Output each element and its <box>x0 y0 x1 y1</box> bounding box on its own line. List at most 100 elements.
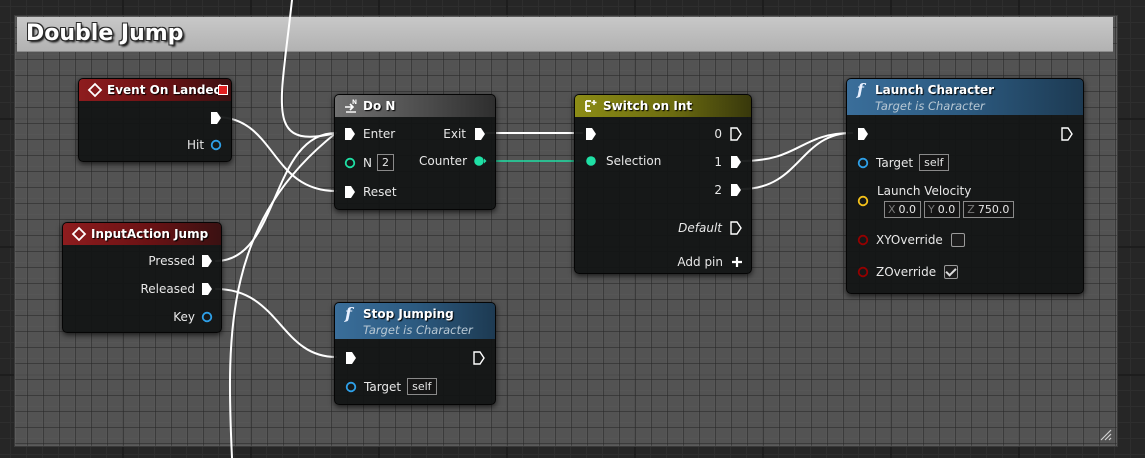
axis-y-value: 0.0 <box>937 203 956 216</box>
pin-exit[interactable]: Exit <box>443 127 486 141</box>
node-header[interactable]: f Stop Jumping Target is Character <box>335 303 495 339</box>
event-diamond-icon <box>87 82 103 98</box>
pin-out-2[interactable]: 2 <box>714 183 742 197</box>
node-title: Do N <box>363 99 396 113</box>
z-override-checkbox[interactable] <box>944 265 959 279</box>
pin-label: XYOverride <box>876 233 943 247</box>
pin-default[interactable]: Default <box>678 221 742 235</box>
node-input-action-jump[interactable]: InputAction Jump Pressed Released Key <box>62 222 222 333</box>
vector-pin-icon[interactable] <box>857 195 869 207</box>
node-header[interactable]: f Launch Character Target is Character <box>847 79 1083 115</box>
pin-launch-velocity[interactable] <box>857 195 876 207</box>
exec-out-pin-icon[interactable] <box>201 254 213 268</box>
xy-override-checkbox[interactable] <box>950 233 965 247</box>
node-header[interactable]: InputAction Jump <box>63 223 221 245</box>
struct-pin-icon[interactable] <box>201 311 213 323</box>
pin-reset[interactable]: Reset <box>344 185 397 199</box>
pin-n[interactable]: N 2 <box>344 154 394 171</box>
pin-z-override[interactable]: ZOverride <box>857 265 959 279</box>
pin-label: Target <box>876 155 914 170</box>
axis-x-label: X <box>888 203 896 216</box>
exec-in-pin-icon[interactable] <box>585 127 597 141</box>
object-pin-icon[interactable] <box>857 157 869 169</box>
exec-out-pin-icon[interactable] <box>730 183 742 197</box>
pin-label: Reset <box>363 185 397 199</box>
node-header[interactable]: Switch on Int <box>575 95 751 117</box>
exec-out-pin-empty-icon[interactable] <box>730 221 742 235</box>
pin-pressed[interactable]: Pressed <box>148 254 213 268</box>
comment-title: Double Jump <box>26 21 184 46</box>
pin-counter[interactable]: Counter <box>419 154 487 168</box>
node-stop-jumping[interactable]: f Stop Jumping Target is Character Targe… <box>334 302 496 405</box>
pin-released[interactable]: Released <box>140 282 213 296</box>
add-pin-button[interactable]: Add pin <box>677 255 743 269</box>
function-icon: f <box>857 80 864 99</box>
pin-label: Default <box>678 221 722 235</box>
boolean-pin-icon[interactable] <box>857 266 869 278</box>
node-do-n[interactable]: N Do N Enter N 2 Reset Exit Counter <box>334 94 496 210</box>
exec-out-pin-empty-icon[interactable] <box>473 351 485 365</box>
pin-label: Pressed <box>148 254 195 268</box>
pin-label: Key <box>173 310 195 324</box>
object-pin-icon[interactable] <box>210 139 222 151</box>
delegate-pin-icon[interactable] <box>217 84 229 96</box>
pin-hit[interactable]: Hit <box>187 138 222 152</box>
exec-in-pin-icon[interactable] <box>345 351 357 365</box>
target-value-box: self <box>407 378 437 395</box>
resize-grip-icon[interactable] <box>1098 427 1112 441</box>
node-launch-character[interactable]: f Launch Character Target is Character T… <box>846 78 1084 294</box>
integer-pin-icon[interactable] <box>473 155 487 167</box>
pin-key[interactable]: Key <box>173 310 213 324</box>
exec-out-pin-icon[interactable] <box>730 155 742 169</box>
launch-velocity-vector: X 0.0 Y 0.0 Z 750.0 <box>884 201 1017 218</box>
function-icon: f <box>345 304 352 323</box>
node-header[interactable]: Event On Landed <box>79 79 231 101</box>
axis-x-value: 0.0 <box>898 203 917 216</box>
node-title: Launch Character <box>875 83 995 97</box>
integer-pin-icon[interactable] <box>344 157 356 169</box>
svg-text:N: N <box>352 99 357 106</box>
node-event-on-landed[interactable]: Event On Landed Hit <box>78 78 232 162</box>
comment-title-bar[interactable]: Double Jump <box>17 17 1113 52</box>
exec-out-pin-empty-icon[interactable] <box>730 127 742 141</box>
n-value-input[interactable]: 2 <box>376 154 394 171</box>
pin-target[interactable]: Target self <box>857 154 949 171</box>
exec-out-pin-icon[interactable] <box>201 282 213 296</box>
pin-target[interactable]: Target self <box>345 378 437 395</box>
velocity-x-input[interactable]: X 0.0 <box>884 201 922 218</box>
pin-label: Exit <box>443 127 466 141</box>
macro-icon: N <box>345 99 357 113</box>
velocity-y-input[interactable]: Y 0.0 <box>924 201 961 218</box>
pin-selection[interactable]: Selection <box>585 154 661 168</box>
node-header[interactable]: N Do N <box>335 95 495 117</box>
pin-enter[interactable]: Enter <box>344 127 395 141</box>
pin-out-0[interactable]: 0 <box>714 127 742 141</box>
integer-pin-icon[interactable] <box>585 155 599 167</box>
node-title: Event On Landed <box>107 83 223 97</box>
pin-label: Target <box>364 379 402 394</box>
exec-in-pin-icon[interactable] <box>344 127 356 141</box>
exec-out-pin-icon[interactable] <box>210 111 222 125</box>
exec-out-pin-icon[interactable] <box>474 127 486 141</box>
pin-label: Selection <box>606 154 662 168</box>
event-diamond-icon <box>71 226 87 242</box>
pin-label: Hit <box>187 138 205 152</box>
velocity-z-input[interactable]: Z 750.0 <box>963 201 1015 218</box>
launch-velocity-label: Launch Velocity <box>877 184 972 198</box>
pin-label: Enter <box>363 127 396 141</box>
pin-out-1[interactable]: 1 <box>714 155 742 169</box>
pin-xy-override[interactable]: XYOverride <box>857 233 965 247</box>
exec-in-pin-icon[interactable] <box>344 185 356 199</box>
object-pin-icon[interactable] <box>345 381 357 393</box>
axis-z-value: 750.0 <box>977 203 1010 216</box>
switch-icon <box>585 100 597 112</box>
pin-label: 2 <box>714 183 722 197</box>
node-title: Switch on Int <box>603 99 693 113</box>
pin-label: 0 <box>714 127 722 141</box>
exec-in-pin-icon[interactable] <box>857 127 869 141</box>
add-pin-label: Add pin <box>677 255 723 269</box>
exec-out-pin-empty-icon[interactable] <box>1061 127 1073 141</box>
boolean-pin-icon[interactable] <box>857 234 869 246</box>
node-switch-on-int[interactable]: Switch on Int Selection 0 1 2 Default Ad… <box>574 94 752 274</box>
pin-label: 1 <box>714 155 722 169</box>
